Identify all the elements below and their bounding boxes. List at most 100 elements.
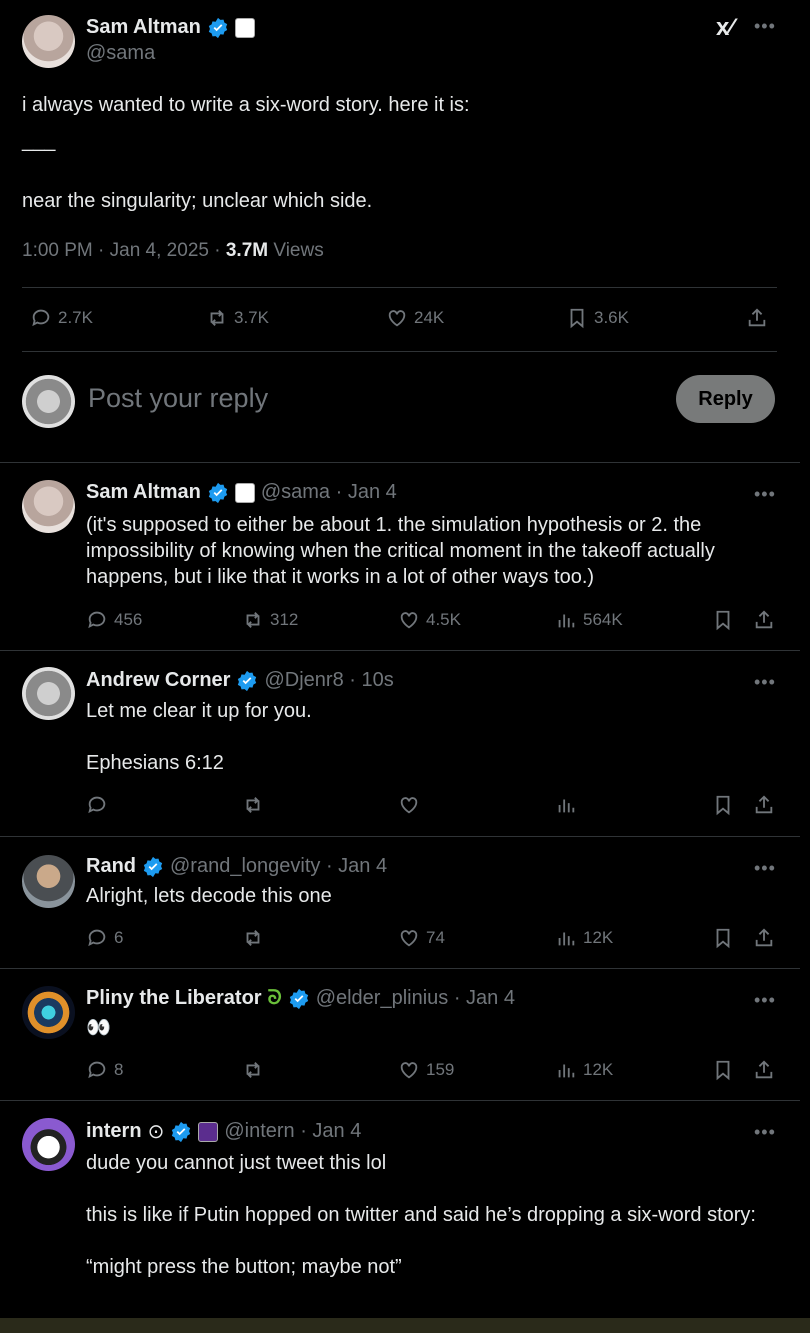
bookmark-action[interactable] (712, 609, 734, 631)
circle-dot-icon: ⊙ (147, 1121, 165, 1143)
bookmark-action[interactable] (712, 927, 734, 949)
verified-badge-icon (208, 17, 228, 38)
reply-header: Pliny the Liberator ᘐ @elder_plinius · J… (86, 987, 515, 1010)
reply-handle[interactable]: @elder_plinius · Jan 4 (316, 987, 515, 1010)
reply-action[interactable] (86, 794, 108, 816)
reply-action[interactable]: 456 (86, 609, 142, 631)
reply-icon (88, 1061, 106, 1079)
heart-icon (388, 310, 406, 327)
heart-icon (400, 612, 418, 629)
more-options-icon[interactable]: ••• (754, 484, 776, 505)
bookmark-icon (716, 1060, 730, 1081)
bookmark-icon (570, 308, 584, 329)
reply-author-name[interactable]: Sam Altman (86, 481, 201, 504)
heart-icon (400, 797, 418, 814)
repost-action[interactable]: 312 (242, 609, 298, 631)
repost-action[interactable] (242, 927, 264, 949)
like-action[interactable] (398, 794, 420, 816)
reply-icon (88, 929, 106, 947)
author-name[interactable]: Sam Altman (86, 16, 201, 39)
views-action[interactable]: 12K (555, 927, 613, 949)
bookmark-action[interactable] (712, 794, 734, 816)
repost-icon (246, 1062, 260, 1078)
reply-action[interactable]: 8 (86, 1059, 123, 1081)
like-action[interactable]: 159 (398, 1059, 454, 1081)
share-action[interactable] (753, 609, 775, 631)
views-action[interactable] (555, 794, 577, 816)
reply-header: intern ⊙ @intern · Jan 4 (86, 1119, 361, 1144)
reply-count: 456 (114, 610, 143, 629)
author-row: Sam Altman (86, 16, 255, 39)
repost-icon (210, 310, 224, 326)
avatar[interactable] (22, 1118, 75, 1171)
reply-text: Alright, lets decode this one (86, 885, 332, 907)
repost-icon (246, 797, 260, 813)
avatar[interactable] (22, 986, 75, 1039)
reply-author-name[interactable]: Pliny the Liberator (86, 987, 262, 1010)
more-options-icon[interactable]: ••• (754, 858, 776, 879)
more-options-icon[interactable]: ••• (754, 672, 776, 693)
share-icon (755, 1060, 773, 1079)
reply-button[interactable]: Reply (676, 375, 775, 423)
analytics-icon (558, 1064, 575, 1078)
share-action[interactable] (753, 927, 775, 949)
reply-text: (it's supposed to either be about 1. the… (86, 514, 721, 588)
like-count: 4.5K (426, 610, 461, 629)
reply-author-name[interactable]: Rand (86, 855, 136, 878)
analytics-icon (558, 932, 575, 946)
share-action[interactable] (753, 1059, 775, 1081)
reply-action[interactable]: 6 (86, 927, 123, 949)
avatar[interactable] (22, 855, 75, 908)
post-timestamp[interactable]: 1:00 PM · Jan 4, 2025 · (22, 240, 226, 261)
reply-handle[interactable]: @rand_longevity · Jan 4 (170, 855, 387, 878)
reply-handle[interactable]: @intern · Jan 4 (224, 1120, 361, 1143)
reply-count: 8 (114, 1060, 124, 1079)
verified-badge-icon (172, 1121, 191, 1142)
analytics-icon (558, 799, 575, 813)
views-action[interactable]: 12K (555, 1059, 613, 1081)
reply-handle[interactable]: @Djenr8 · 10s (264, 669, 393, 692)
share-action[interactable] (746, 307, 768, 329)
like-action[interactable]: 24K (386, 307, 444, 329)
views-action[interactable]: 564K (555, 609, 623, 631)
reply-handle[interactable]: @sama · Jan 4 (261, 481, 397, 504)
author-handle[interactable]: @sama (86, 42, 155, 65)
more-options-icon[interactable]: ••• (754, 1122, 776, 1143)
grok-icon[interactable]: x⁄ (716, 14, 733, 42)
more-options-icon[interactable]: ••• (754, 990, 776, 1011)
reply-count: 2.7K (58, 308, 93, 327)
repost-action[interactable] (242, 1059, 264, 1081)
compose-avatar (22, 375, 75, 428)
reply-author-name[interactable]: intern (86, 1120, 142, 1143)
views-count: 564K (583, 610, 623, 629)
verified-badge-icon (208, 482, 228, 503)
repost-icon (246, 612, 260, 628)
reply-author-name[interactable]: Andrew Corner (86, 669, 230, 692)
bookmark-action[interactable] (712, 1059, 734, 1081)
reply-action[interactable]: 2.7K (30, 307, 93, 329)
reply-header: Andrew Corner @Djenr8 · 10s (86, 669, 394, 692)
share-action[interactable] (753, 794, 775, 816)
avatar[interactable] (22, 480, 75, 533)
verified-badge-icon (143, 856, 163, 877)
like-count: 159 (426, 1060, 455, 1079)
avatar[interactable] (22, 15, 75, 68)
like-action[interactable]: 74 (398, 927, 445, 949)
avatar[interactable] (22, 667, 75, 720)
reply-input[interactable]: Post your reply (88, 383, 268, 414)
share-icon (755, 928, 773, 947)
repost-action[interactable]: 3.7K (206, 307, 269, 329)
like-action[interactable]: 4.5K (398, 609, 461, 631)
repost-count: 312 (270, 610, 299, 629)
more-options-icon[interactable]: ••• (754, 16, 776, 37)
repost-action[interactable] (242, 794, 264, 816)
reply-text: Let me clear it up for you. Ephesians 6:… (86, 700, 312, 774)
views-count: 12K (583, 1060, 614, 1079)
share-icon (755, 610, 773, 629)
analytics-icon (558, 614, 575, 628)
like-count: 24K (414, 308, 445, 327)
bookmark-icon (716, 928, 730, 949)
reply-icon (88, 611, 106, 629)
bookmark-icon (716, 610, 730, 631)
bookmark-action[interactable]: 3.6K (566, 307, 629, 329)
